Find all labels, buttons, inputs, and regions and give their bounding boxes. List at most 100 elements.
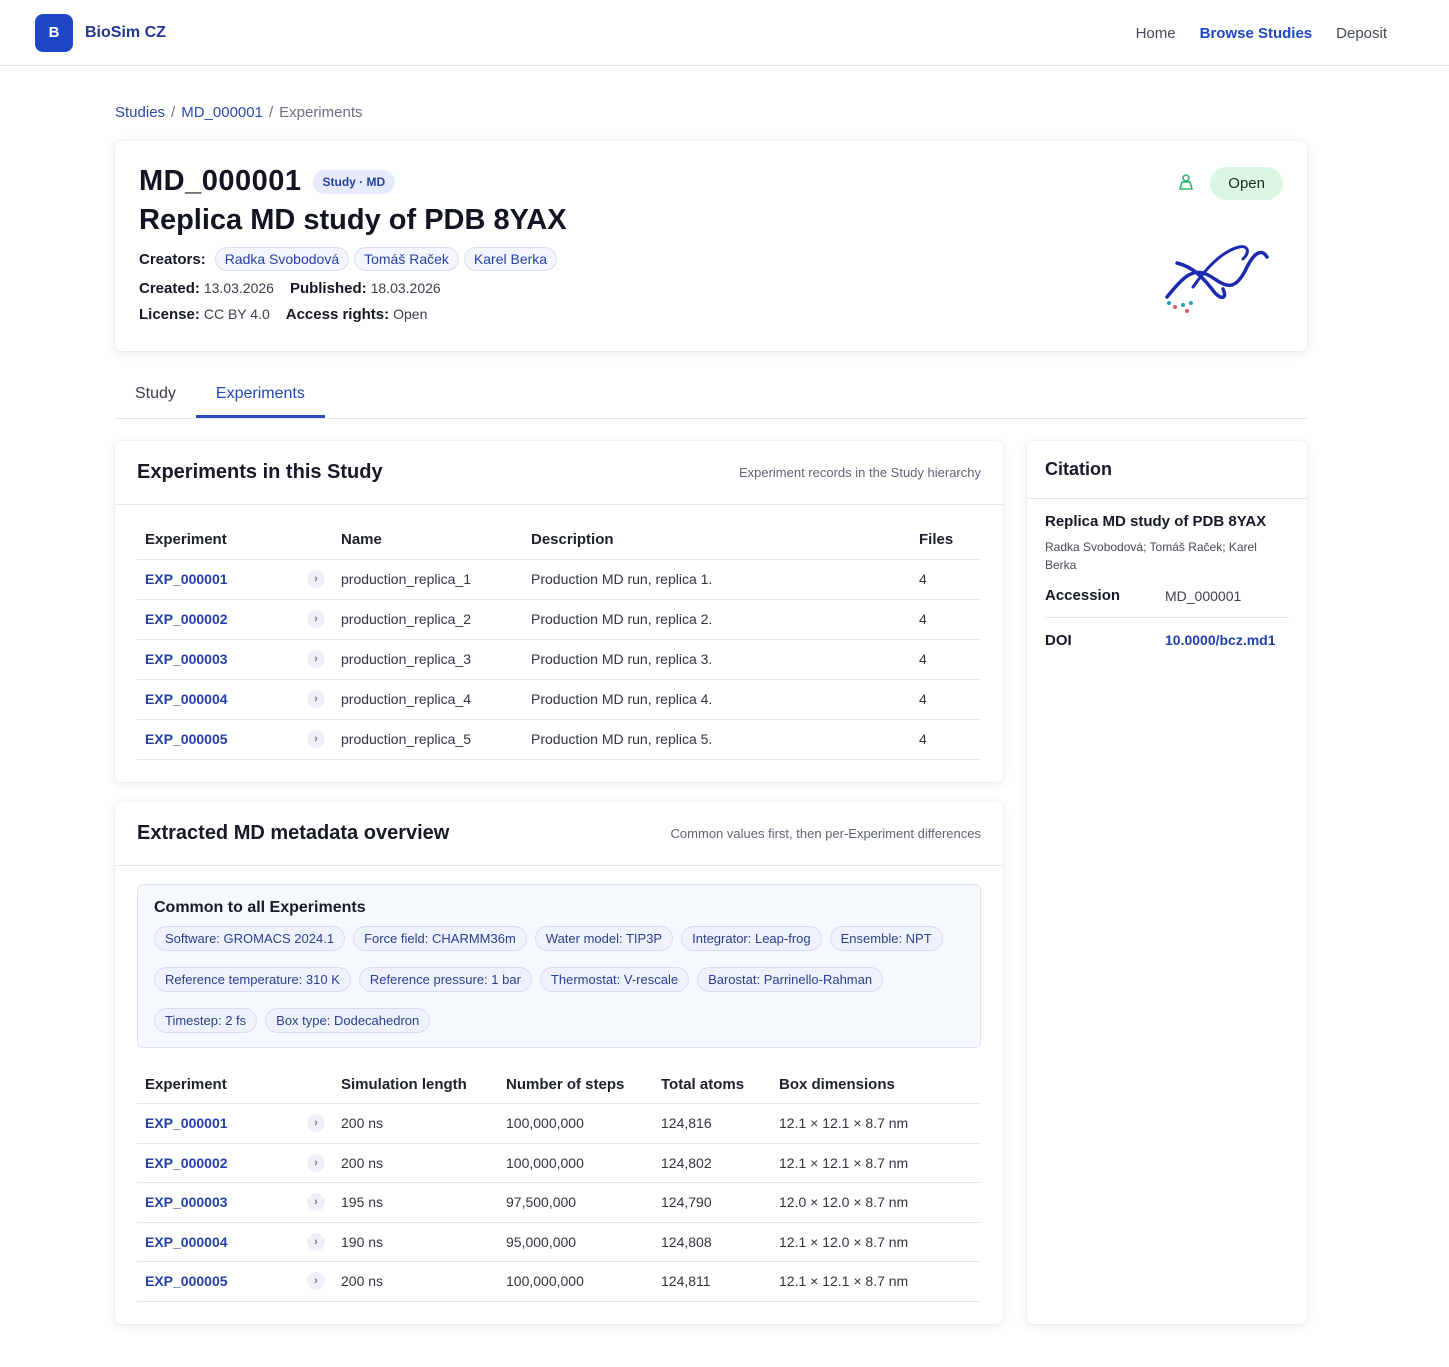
experiment-link[interactable]: EXP_000005 ›	[137, 1261, 333, 1302]
published-value: 18.03.2026	[370, 280, 441, 296]
metadata-table: Experiment Simulation length Number of s…	[137, 1065, 981, 1302]
table-row[interactable]: EXP_000004 › production_replica_4 Productio…	[137, 679, 981, 720]
chevron-right-icon[interactable]: ›	[307, 730, 325, 748]
table-row[interactable]: EXP_000005 › 200 ns 100,000,000 124,811 12.1 …	[137, 1261, 981, 1302]
doi-link[interactable]: 10.0000/bcz.md1	[1165, 632, 1276, 648]
table-row[interactable]: EXP_000004 › 190 ns 95,000,000 124,808 12.1 ×…	[137, 1222, 981, 1262]
chevron-right-icon[interactable]: ›	[307, 610, 325, 628]
experiment-id[interactable]: EXP_000005	[145, 1273, 228, 1289]
experiment-link[interactable]: EXP_000002 ›	[137, 599, 333, 640]
creator-chip[interactable]: Tomáš Raček	[354, 247, 459, 271]
table-row[interactable]: EXP_000003 › 195 ns 97,500,000 124,790 12.0 ×…	[137, 1182, 981, 1223]
tab-study[interactable]: Study	[115, 371, 196, 418]
column-header: Description	[523, 521, 911, 560]
common-metadata-title: Common to all Experiments	[154, 898, 366, 916]
citation-card: Citation Replica MD study of PDB 8YAX Ra…	[1027, 441, 1307, 1324]
experiment-name: production_replica_3	[333, 639, 523, 680]
table-row[interactable]: EXP_000001 › production_replica_1 Productio…	[137, 559, 981, 600]
creator-chip[interactable]: Radka Svobodová	[214, 247, 350, 271]
metadata-chip: Ensemble: NPT	[829, 925, 943, 951]
experiment-link[interactable]: EXP_000002 ›	[137, 1143, 333, 1183]
breadcrumb-separator: /	[171, 104, 176, 121]
experiment-link[interactable]: EXP_000004 ›	[137, 679, 333, 720]
column-header: Total atoms	[653, 1065, 771, 1104]
created-value: 13.03.2026	[203, 280, 274, 296]
chevron-right-icon[interactable]: ›	[307, 690, 325, 708]
experiment-id[interactable]: EXP_000003	[145, 1194, 228, 1210]
metadata-card-subtitle: Common values first, then per-Experiment…	[670, 825, 981, 841]
study-title: Replica MD study of PDB 8YAX	[139, 204, 567, 236]
experiment-link[interactable]: EXP_000005 ›	[137, 719, 333, 760]
experiment-link[interactable]: EXP_000003 ›	[137, 1182, 333, 1223]
main-content: Studies / MD_000001 / Experiments MD_000001 …	[115, 66, 1307, 1324]
total-atoms: 124,811	[653, 1261, 771, 1302]
metadata-chip: Thermostat: V-rescale	[539, 966, 690, 992]
total-atoms: 124,808	[653, 1222, 771, 1262]
chevron-right-icon[interactable]: ›	[307, 1153, 325, 1172]
table-row[interactable]: EXP_000002 › production_replica_2 Productio…	[137, 599, 981, 640]
license-row: License: CC BY 4.0 Access rights: Open	[139, 306, 1283, 323]
number-of-steps: 100,000,000	[498, 1103, 653, 1144]
table-row[interactable]: EXP_000005 › production_replica_5 Productio…	[137, 719, 981, 760]
breadcrumb-study[interactable]: MD_000001	[181, 104, 263, 121]
experiment-id[interactable]: EXP_000005	[145, 731, 228, 747]
experiments-card-title: Experiments in this Study	[137, 461, 383, 483]
experiment-description: Production MD run, replica 5.	[523, 719, 911, 760]
metadata-chip: Timestep: 2 fs	[154, 1007, 258, 1033]
experiment-link[interactable]: EXP_000004 ›	[137, 1222, 333, 1262]
chevron-right-icon[interactable]: ›	[307, 1114, 325, 1133]
doi-label: DOI	[1045, 631, 1072, 649]
chevron-right-icon[interactable]: ›	[307, 570, 325, 588]
nav-deposit[interactable]: Deposit	[1336, 25, 1387, 42]
breadcrumb-studies[interactable]: Studies	[115, 104, 165, 121]
table-row[interactable]: EXP_000003 › production_replica_3 Productio…	[137, 639, 981, 680]
experiment-link[interactable]: EXP_000001 ›	[137, 559, 333, 600]
experiment-id[interactable]: EXP_000002	[145, 611, 228, 627]
main-nav: Home Browse Studies Deposit	[1136, 0, 1387, 66]
brand-name[interactable]: BioSim CZ	[85, 24, 166, 42]
experiment-name: production_replica_4	[333, 679, 523, 720]
license-value: CC BY 4.0	[203, 306, 270, 322]
number-of-steps: 100,000,000	[498, 1261, 653, 1302]
experiment-id[interactable]: EXP_000002	[145, 1155, 228, 1171]
nav-home[interactable]: Home	[1136, 25, 1176, 42]
experiment-name: production_replica_2	[333, 599, 523, 640]
created-label: Created:	[139, 280, 200, 297]
chevron-right-icon[interactable]: ›	[307, 650, 325, 668]
nav-browse-studies[interactable]: Browse Studies	[1200, 25, 1313, 42]
metadata-chip: Barostat: Parrinello-Rahman	[697, 966, 884, 992]
dates-row: Created: 13.03.2026 Published: 18.03.2026	[139, 280, 1283, 297]
accession-label: Accession	[1045, 587, 1121, 604]
experiment-link[interactable]: EXP_000003 ›	[137, 639, 333, 680]
total-atoms: 124,790	[653, 1182, 771, 1223]
chevron-right-icon[interactable]: ›	[307, 1272, 325, 1291]
experiment-id[interactable]: EXP_000001	[145, 571, 228, 587]
metadata-chip: Reference pressure: 1 bar	[358, 966, 532, 992]
citation-accession-row: Accession MD_000001	[1045, 574, 1289, 618]
number-of-steps: 100,000,000	[498, 1143, 653, 1183]
tab-experiments[interactable]: Experiments	[195, 371, 325, 418]
table-row[interactable]: EXP_000001 › 200 ns 100,000,000 124,816 12.1 …	[137, 1103, 981, 1144]
study-header-card: MD_000001 Study · MD Replica MD study of…	[115, 141, 1307, 351]
study-id: MD_000001	[139, 165, 302, 197]
table-row[interactable]: EXP_000002 › 200 ns 100,000,000 124,802 12.1 …	[137, 1143, 981, 1183]
logo-icon[interactable]: B	[35, 13, 73, 52]
experiment-link[interactable]: EXP_000001 ›	[137, 1103, 333, 1144]
box-dimensions: 12.1 × 12.1 × 8.7 nm	[771, 1103, 981, 1144]
experiments-card-subtitle: Experiment records in the Study hierarch…	[738, 465, 981, 480]
experiment-description: Production MD run, replica 2.	[523, 599, 911, 640]
creator-chip[interactable]: Karel Berka	[463, 247, 558, 271]
citation-title: Replica MD study of PDB 8YAX	[1045, 513, 1267, 530]
column-header: Name	[333, 521, 523, 560]
experiment-id[interactable]: EXP_000001	[145, 1115, 228, 1131]
experiment-id[interactable]: EXP_000004	[145, 691, 228, 707]
simulation-length: 200 ns	[333, 1261, 498, 1302]
experiment-id[interactable]: EXP_000003	[145, 651, 228, 667]
metadata-card: Extracted MD metadata overview Common va…	[115, 801, 1003, 1324]
chevron-right-icon[interactable]: ›	[307, 1232, 325, 1251]
experiment-id[interactable]: EXP_000004	[145, 1234, 228, 1250]
chevron-right-icon[interactable]: ›	[307, 1193, 325, 1212]
creators-row: Creators: Radka Svobodová Tomáš Raček Ka…	[139, 247, 1283, 271]
citation-authors: Radka Svobodová; Tomáš Raček; Karel Berk…	[1045, 540, 1257, 572]
citation-doi-row: DOI 10.0000/bcz.md1	[1045, 618, 1289, 662]
